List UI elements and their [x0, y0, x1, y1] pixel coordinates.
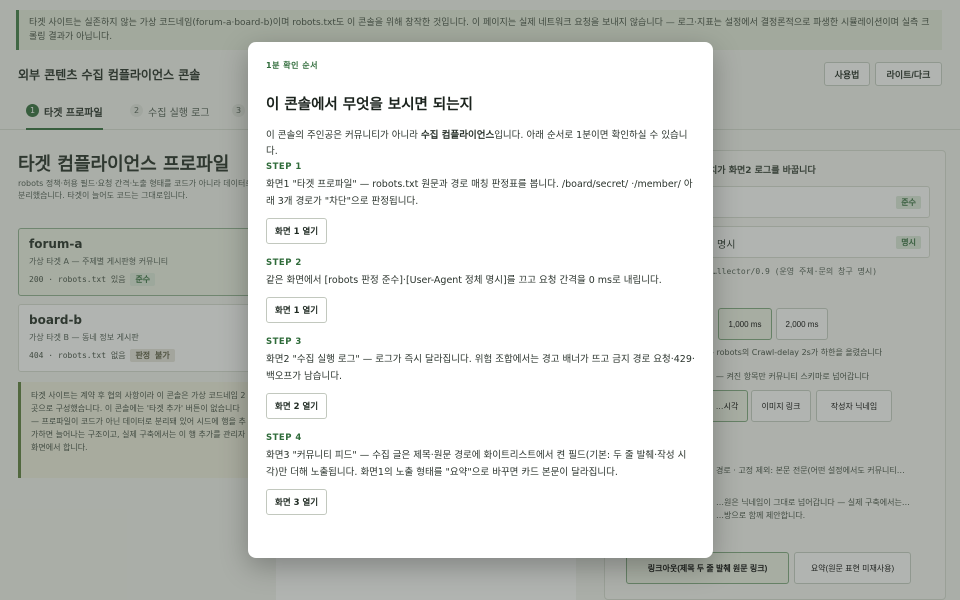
step-label: STEP 2	[266, 258, 302, 268]
step-4: STEP 4 화면3 "커뮤니티 피드" — 수집 글은 제목·원문 경로에 화…	[266, 433, 695, 527]
modal-content: 1분 확인 순서 이 콘솔에서 무엇을 보시면 되는지 이 콘솔의 주인공은 커…	[248, 42, 713, 558]
quick-guide-modal: 1분 확인 순서 이 콘솔에서 무엇을 보시면 되는지 이 콘솔의 주인공은 커…	[248, 42, 713, 558]
modal-intro: 이 콘솔의 주인공은 커뮤니티가 아니라 수집 컴플라이언스입니다. 아래 순서…	[266, 128, 695, 160]
open-screen-3-button[interactable]: 화면 3 열기	[266, 489, 328, 515]
step-label: STEP 3	[266, 337, 302, 347]
step-text: 화면2 "수집 실행 로그" — 로그가 즉시 달라집니다. 위험 조합에서는 …	[266, 354, 695, 382]
step-text: 화면1 "타겟 프로파일" — robots.txt 원문과 경로 매칭 판정표…	[266, 179, 693, 207]
step-1: STEP 1 화면1 "타겟 프로파일" — robots.txt 원문과 경로…	[266, 162, 695, 256]
step-label: STEP 4	[266, 433, 302, 443]
step-3: STEP 3 화면2 "수집 실행 로그" — 로그가 즉시 달라집니다. 위험…	[266, 337, 695, 431]
open-screen-2-button[interactable]: 화면 2 열기	[266, 393, 328, 419]
intro-emphasis: 수집 컴플라이언스	[420, 130, 495, 141]
open-screen-1-button[interactable]: 화면 1 열기	[266, 218, 328, 244]
step-text: 화면3 "커뮤니티 피드" — 수집 글은 제목·원문 경로에 화이트리스트에서…	[266, 450, 687, 478]
step-2: STEP 2 같은 화면에서 [robots 판정 준수]·[User-Agen…	[266, 258, 695, 335]
step-label: STEP 1	[266, 162, 302, 172]
modal-eyebrow: 1분 확인 순서	[266, 61, 318, 70]
modal-title: 이 콘솔에서 무엇을 보시면 되는지	[266, 97, 473, 113]
open-screen-1-button[interactable]: 화면 1 열기	[266, 297, 328, 323]
intro-text: 이 콘솔의 주인공은 커뮤니티가 아니라	[266, 130, 421, 141]
step-text: 같은 화면에서 [robots 판정 준수]·[User-Agent 정체 명시…	[266, 275, 662, 286]
